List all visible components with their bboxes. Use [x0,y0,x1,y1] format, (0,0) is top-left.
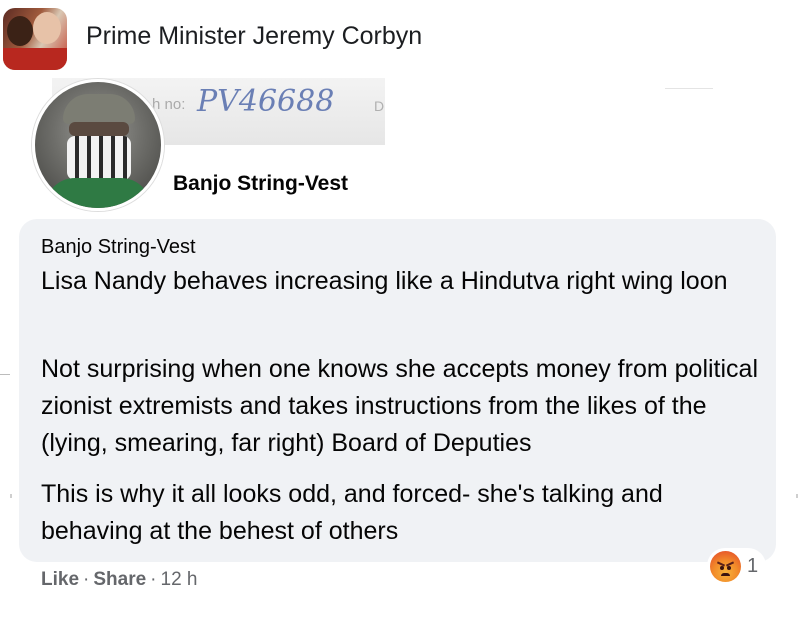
cover-letter-text: D [374,98,385,114]
edge-mark [796,494,798,498]
avatar-body [45,178,151,208]
comment-paragraph: Not surprising when one knows she accept… [41,355,759,457]
avatar-shirt [3,48,67,70]
reaction-count: 1 [747,554,759,577]
profile-avatar[interactable] [32,79,164,211]
share-button[interactable]: Share [93,569,146,591]
like-button[interactable]: Like [41,569,79,591]
group-title[interactable]: Prime Minister Jeremy Corbyn [86,22,422,51]
avatar-eyes [69,122,129,136]
separator: · [83,569,90,590]
comment-author[interactable]: Banjo String-Vest [41,236,196,259]
edge-mark [10,494,12,498]
comment-paragraph: Lisa Nandy behaves increasing like a Hin… [41,267,728,295]
comment-actions: Like · Share · 12 h [41,569,197,591]
timestamp[interactable]: 12 h [161,569,198,591]
comment-paragraph: This is why it all looks odd, and forced… [41,480,663,545]
profile-name[interactable]: Banjo String-Vest [173,172,348,196]
avatar-mask [67,136,131,180]
avatar-person-left [7,16,33,46]
separator: · [150,569,157,590]
angry-face-icon [710,550,741,582]
divider [665,88,713,89]
cover-handwritten-text: PV46688 [197,84,335,119]
avatar-hat [63,94,135,124]
cover-label-text: h no: [152,96,186,113]
group-avatar[interactable] [3,8,67,70]
reaction-summary[interactable]: 1 [707,548,767,584]
group-header: Prime Minister Jeremy Corbyn [0,0,800,80]
avatar-person-right [33,12,61,44]
edge-mark [0,374,10,375]
